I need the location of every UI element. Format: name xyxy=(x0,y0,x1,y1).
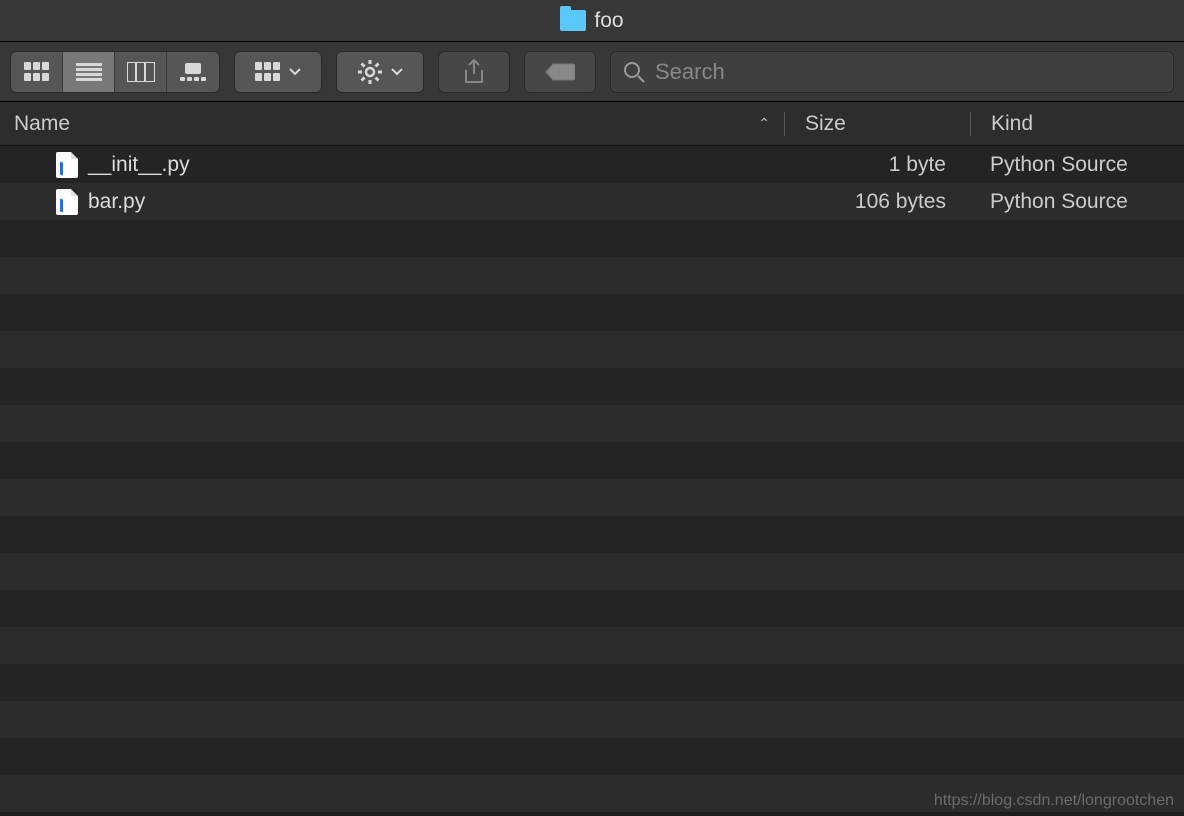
titlebar: foo xyxy=(0,0,1184,42)
watermark: https://blog.csdn.net/longrootchen xyxy=(934,792,1174,810)
search-input[interactable] xyxy=(655,59,1161,85)
python-file-icon xyxy=(56,189,78,215)
empty-row: . xyxy=(0,368,1184,405)
file-list: __init__.py 1 byte Python Source bar.py … xyxy=(0,146,1184,816)
empty-row: . xyxy=(0,220,1184,257)
grid-dropdown-icon xyxy=(255,62,281,82)
tag-icon xyxy=(545,63,575,81)
empty-row: . xyxy=(0,479,1184,516)
gallery-icon xyxy=(180,63,206,81)
view-mode-group xyxy=(10,51,220,93)
view-gallery-button[interactable] xyxy=(167,52,219,92)
chevron-down-icon xyxy=(289,68,301,76)
columns-icon xyxy=(127,62,155,82)
share-icon xyxy=(463,59,485,85)
empty-row: . xyxy=(0,627,1184,664)
file-name: bar.py xyxy=(88,190,145,214)
view-list-button[interactable] xyxy=(63,52,115,92)
file-kind: Python Source xyxy=(970,153,1184,177)
group-by-button[interactable] xyxy=(234,51,322,93)
empty-row: . xyxy=(0,405,1184,442)
empty-row: . xyxy=(0,553,1184,590)
file-size: 1 byte xyxy=(784,153,970,177)
empty-row: . xyxy=(0,331,1184,368)
view-column-button[interactable] xyxy=(115,52,167,92)
file-row[interactable]: __init__.py 1 byte Python Source xyxy=(0,146,1184,183)
column-header-size[interactable]: Size xyxy=(784,112,970,136)
column-header-kind[interactable]: Kind xyxy=(970,112,1184,136)
python-file-icon xyxy=(56,152,78,178)
folder-icon xyxy=(560,10,586,31)
chevron-down-icon xyxy=(391,68,403,76)
file-name: __init__.py xyxy=(88,153,190,177)
icon-grid-icon xyxy=(24,62,50,82)
view-icon-button[interactable] xyxy=(11,52,63,92)
file-kind: Python Source xyxy=(970,190,1184,214)
window-title: foo xyxy=(594,9,623,33)
empty-row: . xyxy=(0,442,1184,479)
list-icon xyxy=(76,63,102,81)
empty-row: . xyxy=(0,590,1184,627)
empty-row: . xyxy=(0,257,1184,294)
tags-button[interactable] xyxy=(524,51,596,93)
file-row[interactable]: bar.py 106 bytes Python Source xyxy=(0,183,1184,220)
empty-row: . xyxy=(0,664,1184,701)
search-field[interactable] xyxy=(610,51,1174,93)
column-name-label: Name xyxy=(14,112,70,136)
search-icon xyxy=(623,61,645,83)
action-menu-button[interactable] xyxy=(336,51,424,93)
share-button[interactable] xyxy=(438,51,510,93)
column-header-name[interactable]: Name ⌃ xyxy=(0,112,784,136)
chevron-up-icon: ⌃ xyxy=(758,115,770,132)
empty-row: . xyxy=(0,516,1184,553)
empty-row: . xyxy=(0,294,1184,331)
gear-icon xyxy=(357,59,383,85)
empty-row: . xyxy=(0,701,1184,738)
empty-row: . xyxy=(0,738,1184,775)
toolbar xyxy=(0,42,1184,102)
column-header-row: Name ⌃ Size Kind xyxy=(0,102,1184,146)
file-size: 106 bytes xyxy=(784,190,970,214)
